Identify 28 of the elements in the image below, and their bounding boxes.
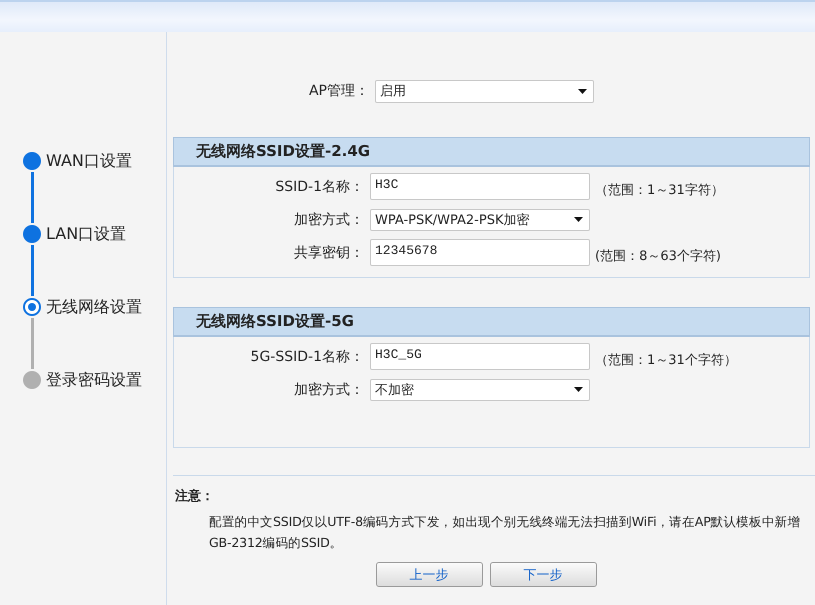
note-text: 配置的中文SSID仅以UTF-8编码方式下发，如出现个别无线终端无法扫描到WiFi，请在AP默认模板中新增GB-2312编码的SSID。: [209, 513, 802, 552]
note-title: 注意：: [175, 488, 215, 505]
step-label[interactable]: 登录密码设置: [46, 370, 142, 390]
step-label[interactable]: WAN口设置: [46, 150, 132, 172]
field-label: SSID-1名称：: [274, 178, 365, 196]
input-field[interactable]: H3C_5G: [370, 343, 590, 370]
field-label: 5G-SSID-1名称：: [250, 348, 365, 366]
field-label: 加密方式：: [293, 380, 365, 398]
caret-icon: [574, 387, 583, 392]
field-label: AP管理：: [308, 82, 370, 100]
range-hint: （范围：1～31个字符）: [595, 352, 737, 368]
section-header: 无线网络SSID设置-2.4G: [173, 137, 810, 167]
field-label: 共享密钥：: [293, 244, 365, 262]
caret-icon: [578, 88, 587, 94]
input-field[interactable]: 12345678: [370, 239, 590, 266]
step-button[interactable]: 上一步: [376, 562, 482, 587]
step-label[interactable]: 无线网络设置: [46, 296, 142, 318]
range-hint: （范围：1～31字符）: [595, 182, 724, 198]
dropdown[interactable]: 启用: [375, 80, 594, 102]
section-header: 无线网络SSID设置-5G: [173, 307, 810, 337]
field-label: 加密方式：: [293, 210, 365, 228]
step-label[interactable]: LAN口设置: [46, 224, 126, 244]
input-field[interactable]: H3C: [370, 173, 590, 200]
dropdown[interactable]: WPA-PSK/WPA2-PSK加密: [370, 208, 590, 230]
range-hint: (范围：8～63个字符): [595, 248, 721, 264]
dropdown[interactable]: 不加密: [370, 378, 590, 400]
step-button[interactable]: 下一步: [490, 562, 596, 587]
caret-icon: [574, 217, 583, 222]
